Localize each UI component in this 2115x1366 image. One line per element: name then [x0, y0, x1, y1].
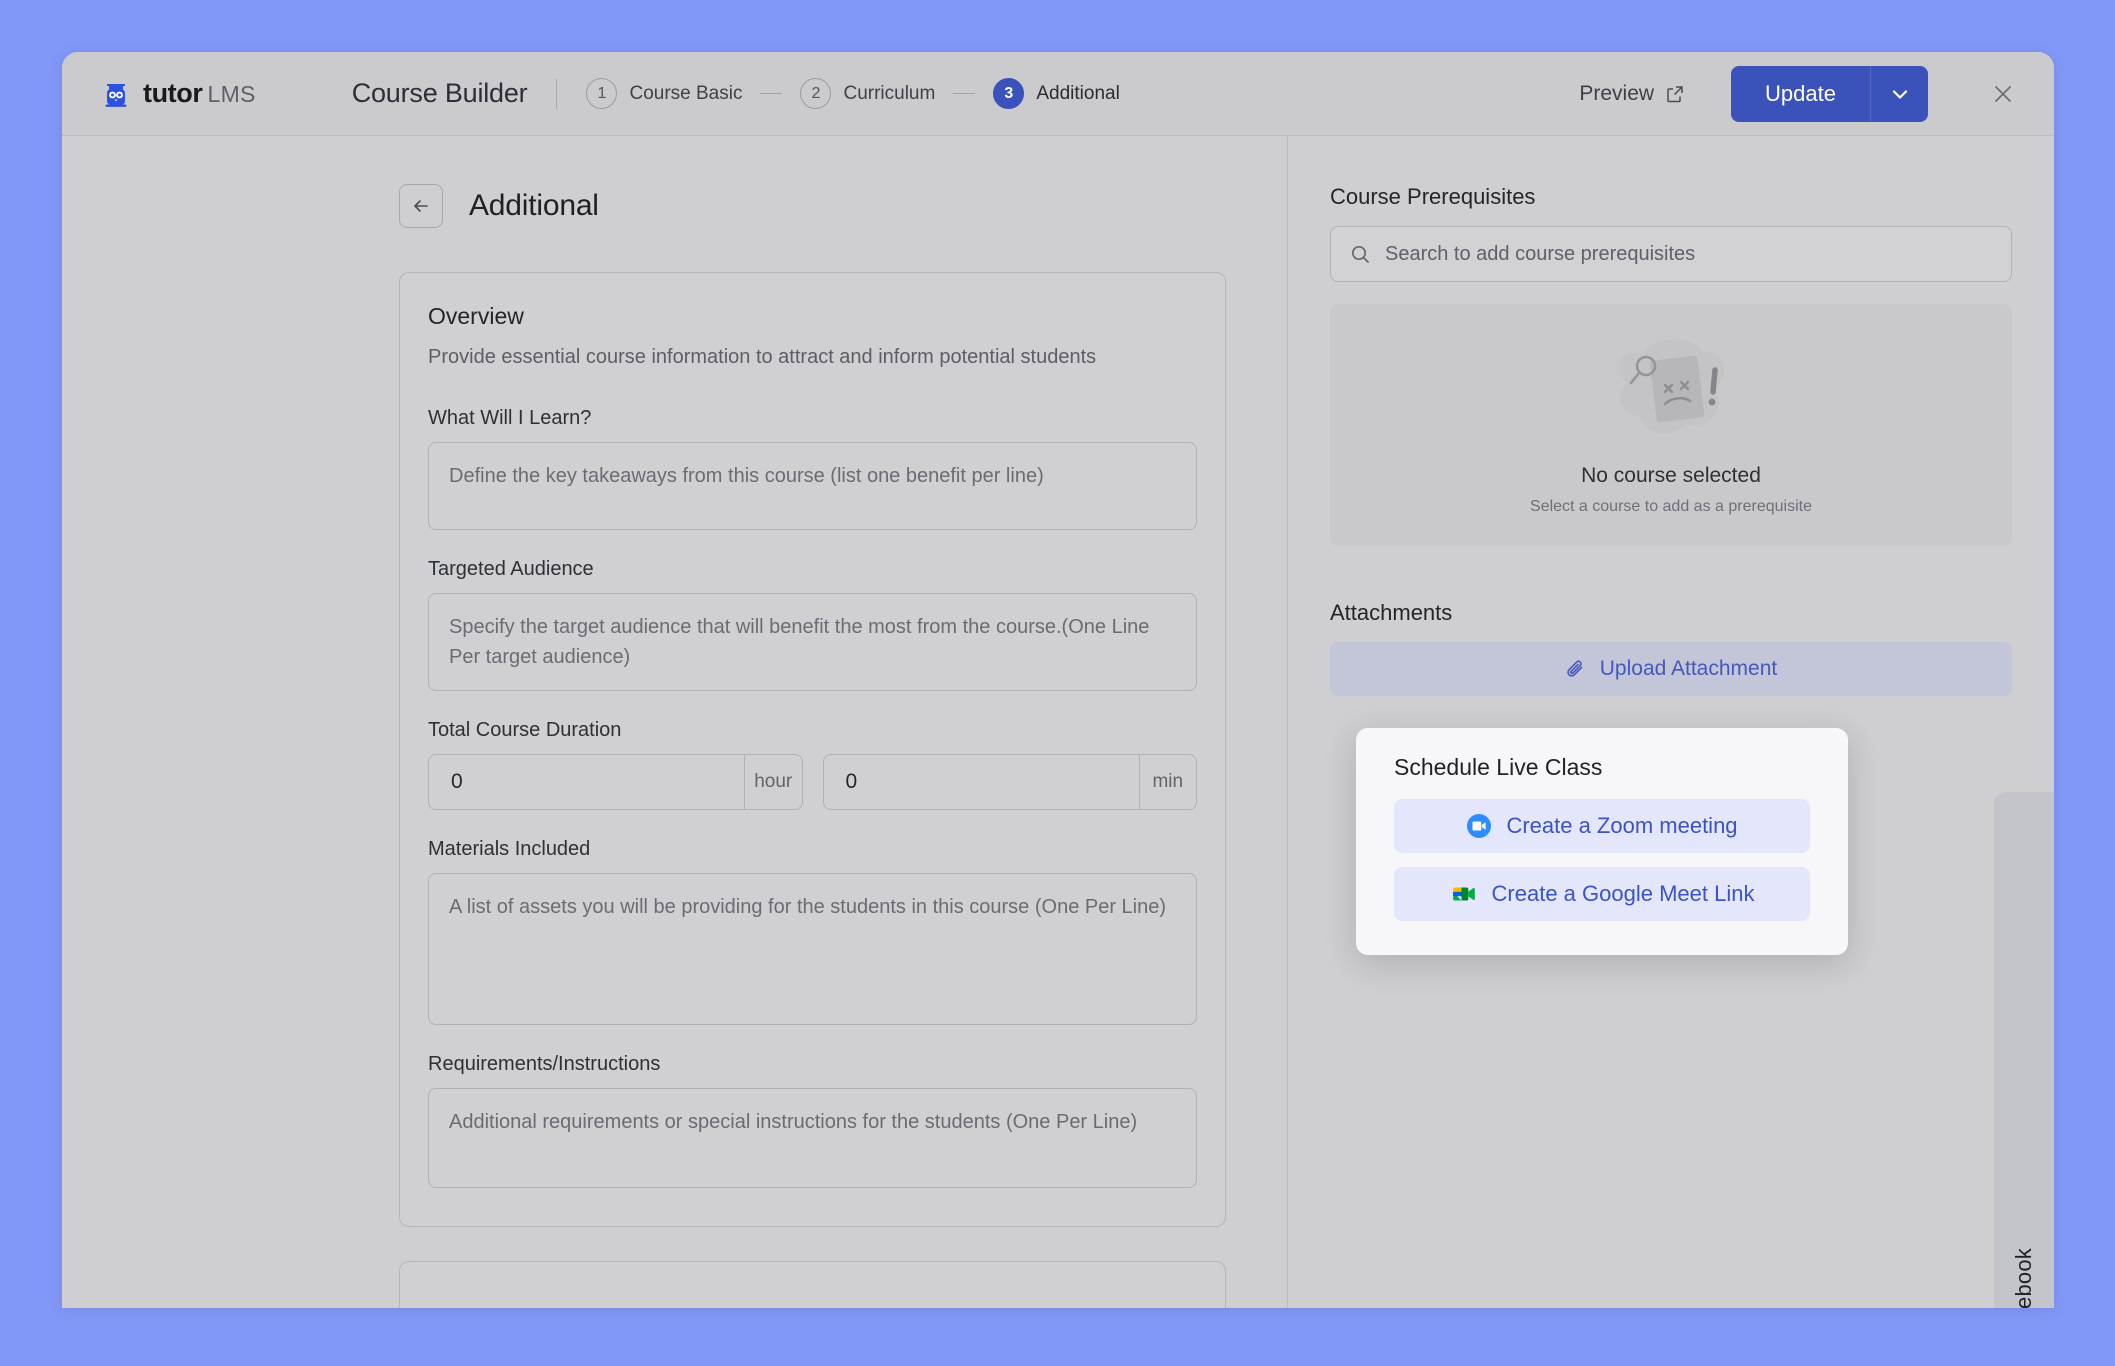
targeted-audience-input[interactable]	[428, 593, 1197, 691]
owl-logo-icon	[105, 83, 127, 107]
chevron-down-icon	[1892, 89, 1907, 99]
external-link-icon	[1667, 85, 1683, 102]
close-button[interactable]	[1980, 71, 2026, 117]
top-bar: tutor LMS Course Builder 1 Course Basic 2…	[62, 52, 2054, 136]
attachments-label: Attachments	[1330, 600, 1453, 625]
back-button[interactable]	[399, 184, 443, 228]
duration-hour-group: hour	[428, 754, 803, 810]
close-icon	[1995, 85, 2011, 102]
update-button[interactable]: Update	[1731, 65, 1870, 122]
step-separator	[760, 93, 783, 94]
materials-included-input[interactable]	[428, 873, 1197, 1025]
requirements-instructions-label: Requirements/Instructions	[428, 1053, 661, 1075]
empty-state-title: No course selected	[1581, 464, 1761, 487]
requirements-instructions-input[interactable]	[428, 1088, 1197, 1188]
search-icon	[1351, 245, 1369, 263]
page-builder-title: Course Builder	[351, 78, 528, 108]
header-divider	[556, 78, 558, 109]
arrow-left-icon	[414, 200, 428, 212]
create-google-meet-link-label: Create a Google Meet Link	[1491, 881, 1755, 906]
step-indicator: 1 Course Basic 2 Curriculum 3 Additional	[586, 78, 1120, 109]
step-number-badge: 2	[800, 78, 832, 109]
page-title: Additional	[469, 189, 599, 222]
update-dropdown-toggle[interactable]	[1870, 65, 1928, 122]
builder-body: Additional Overview Provide essential co…	[62, 136, 2054, 1308]
top-bar-actions: Preview Update	[1567, 65, 2026, 122]
overview-card: Overview Provide essential course inform…	[399, 272, 1226, 1227]
upload-attachment-button[interactable]: Upload Attachment	[1330, 642, 2012, 696]
prerequisites-search-input[interactable]	[1385, 242, 1993, 266]
step-separator	[953, 93, 976, 94]
create-zoom-meeting-button[interactable]: Create a Zoom meeting	[1394, 799, 1810, 853]
create-google-meet-link-button[interactable]: Create a Google Meet Link	[1394, 867, 1810, 921]
next-card-partial	[399, 1261, 1226, 1308]
targeted-audience-label: Targeted Audience	[428, 558, 594, 580]
materials-included-label: Materials Included	[428, 838, 591, 860]
step-additional[interactable]: 3 Additional	[993, 78, 1120, 109]
step-label: Curriculum	[843, 82, 936, 104]
step-label: Additional	[1036, 82, 1120, 104]
google-meet-icon	[1452, 887, 1475, 901]
overview-card-subtitle: Provide essential course information to …	[428, 346, 1097, 368]
no-results-document-icon	[1619, 339, 1725, 434]
step-number-badge: 1	[586, 78, 618, 109]
preview-label: Preview	[1579, 81, 1655, 105]
brand-name-light: LMS	[207, 81, 256, 107]
notebook-tab[interactable]: Notebook	[1994, 792, 2054, 1308]
zoom-icon	[1467, 814, 1492, 838]
what-will-i-learn-input[interactable]	[428, 442, 1197, 530]
create-zoom-meeting-label: Create a Zoom meeting	[1506, 813, 1738, 838]
course-prerequisites-label: Course Prerequisites	[1330, 184, 1536, 209]
brand-logo-group[interactable]: tutor LMS	[100, 78, 256, 110]
step-number-badge: 3	[993, 78, 1025, 109]
empty-state-subtitle: Select a course to add as a prerequisite	[1530, 498, 1812, 515]
what-will-i-learn-field: What Will I Learn?	[428, 407, 1197, 530]
total-course-duration-field: Total Course Duration hour min	[428, 719, 1197, 810]
schedule-live-class-title: Schedule Live Class	[1394, 754, 1603, 780]
schedule-live-class-popup: Schedule Live Class Create a Zoom meetin…	[1356, 728, 1848, 955]
notebook-tab-label: Notebook	[2011, 1248, 2036, 1308]
paperclip-icon	[1567, 660, 1583, 677]
duration-min-group: min	[822, 754, 1197, 810]
total-course-duration-label: Total Course Duration	[428, 719, 622, 741]
duration-hour-unit: hour	[744, 755, 802, 809]
duration-hour-input[interactable]	[429, 755, 744, 809]
page-header: Additional	[62, 136, 1287, 228]
attachments-section: Attachments Upload Attachment	[1330, 600, 2012, 696]
step-course-basic[interactable]: 1 Course Basic	[586, 78, 742, 109]
main-content-column: Additional Overview Provide essential co…	[62, 136, 1287, 1308]
update-button-group: Update	[1731, 65, 1928, 122]
duration-min-input[interactable]	[823, 755, 1139, 809]
prerequisites-search-box[interactable]	[1330, 226, 2012, 282]
preview-button[interactable]: Preview	[1567, 74, 1697, 114]
what-will-i-learn-label: What Will I Learn?	[428, 407, 592, 429]
materials-included-field: Materials Included	[428, 838, 1197, 1025]
duration-inputs-row: hour min	[428, 754, 1197, 810]
prerequisites-empty-state: No course selected Select a course to ad…	[1330, 304, 2012, 546]
requirements-instructions-field: Requirements/Instructions	[428, 1053, 1197, 1188]
course-builder-window: tutor LMS Course Builder 1 Course Basic 2…	[62, 52, 2054, 1308]
targeted-audience-field: Targeted Audience	[428, 558, 1197, 691]
sidebar-column: Course Prerequisites Search to add cours…	[1287, 136, 2054, 1308]
step-curriculum[interactable]: 2 Curriculum	[800, 78, 935, 109]
step-label: Course Basic	[629, 82, 743, 104]
brand-name-bold: tutor	[143, 78, 203, 108]
brand-name: tutor LMS	[143, 78, 256, 109]
upload-attachment-label: Upload Attachment	[1599, 657, 1778, 680]
overview-card-title: Overview	[428, 303, 524, 329]
duration-min-unit: min	[1138, 755, 1197, 809]
